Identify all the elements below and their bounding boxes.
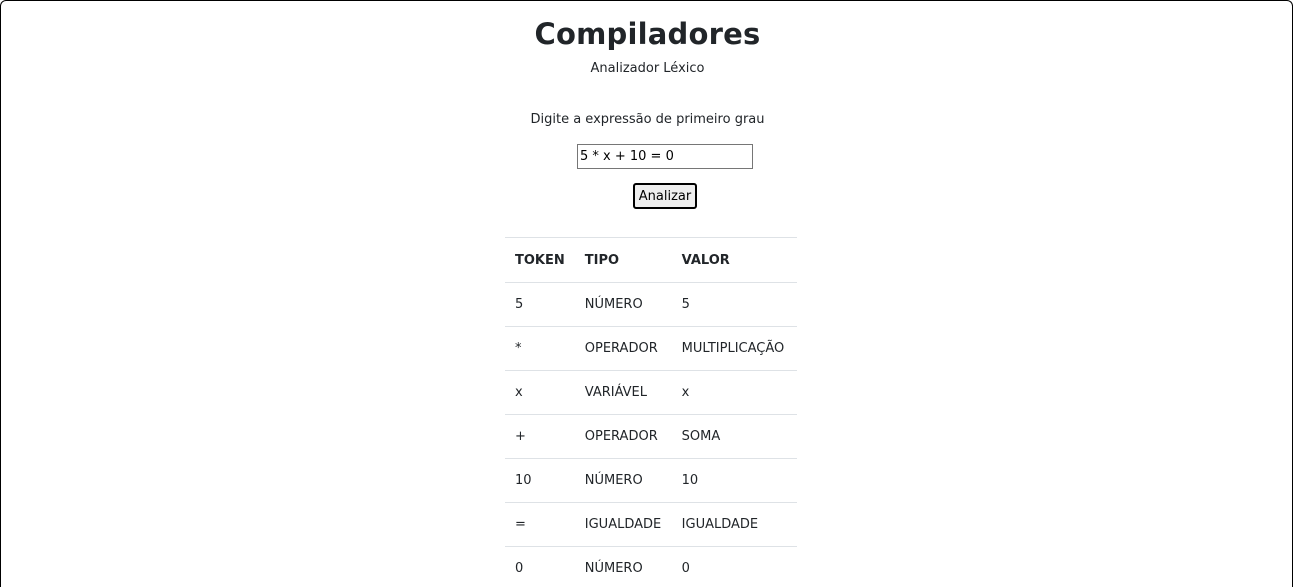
cell-valor: IGUALDADE	[671, 502, 797, 547]
column-header-valor: VALOR	[671, 237, 797, 283]
page-title: Compiladores	[534, 17, 761, 51]
cell-valor: 10	[671, 458, 797, 503]
table-row: 0 NÚMERO 0	[505, 546, 797, 587]
cell-token: *	[505, 326, 575, 371]
tokens-table: TOKEN TIPO VALOR 5 NÚMERO 5 * OPERADOR M…	[505, 237, 797, 587]
page-subtitle: Analizador Léxico	[590, 61, 705, 76]
table-row: + OPERADOR SOMA	[505, 414, 797, 459]
cell-valor: 5	[671, 282, 797, 327]
cell-tipo: NÚMERO	[574, 458, 672, 503]
cell-token: x	[505, 370, 575, 415]
cell-tipo: VARIÁVEL	[574, 370, 672, 415]
table-header-row: TOKEN TIPO VALOR	[505, 237, 797, 283]
cell-valor: SOMA	[671, 414, 797, 459]
cell-token: +	[505, 414, 575, 459]
cell-valor: x	[671, 370, 797, 415]
table-row: 10 NÚMERO 10	[505, 458, 797, 503]
cell-valor: 0	[671, 546, 797, 587]
cell-tipo: NÚMERO	[574, 546, 672, 587]
cell-tipo: IGUALDADE	[574, 502, 672, 547]
cell-tipo: OPERADOR	[574, 414, 672, 459]
table-row: * OPERADOR MULTIPLICAÇÃO	[505, 326, 797, 371]
table-row: x VARIÁVEL x	[505, 370, 797, 415]
column-header-tipo: TIPO	[574, 237, 672, 283]
cell-token: =	[505, 502, 575, 547]
cell-token: 10	[505, 458, 575, 503]
cell-tipo: OPERADOR	[574, 326, 672, 371]
cell-valor: MULTIPLICAÇÃO	[671, 326, 797, 371]
analyze-button[interactable]: Analizar	[633, 183, 697, 209]
column-header-token: TOKEN	[505, 237, 575, 283]
table-row: 5 NÚMERO 5	[505, 282, 797, 327]
cell-token: 0	[505, 546, 575, 587]
expression-input[interactable]	[577, 144, 753, 169]
cell-tipo: NÚMERO	[574, 282, 672, 327]
table-row: = IGUALDADE IGUALDADE	[505, 502, 797, 547]
expression-prompt-label: Digite a expressão de primeiro grau	[530, 112, 765, 127]
cell-token: 5	[505, 282, 575, 327]
